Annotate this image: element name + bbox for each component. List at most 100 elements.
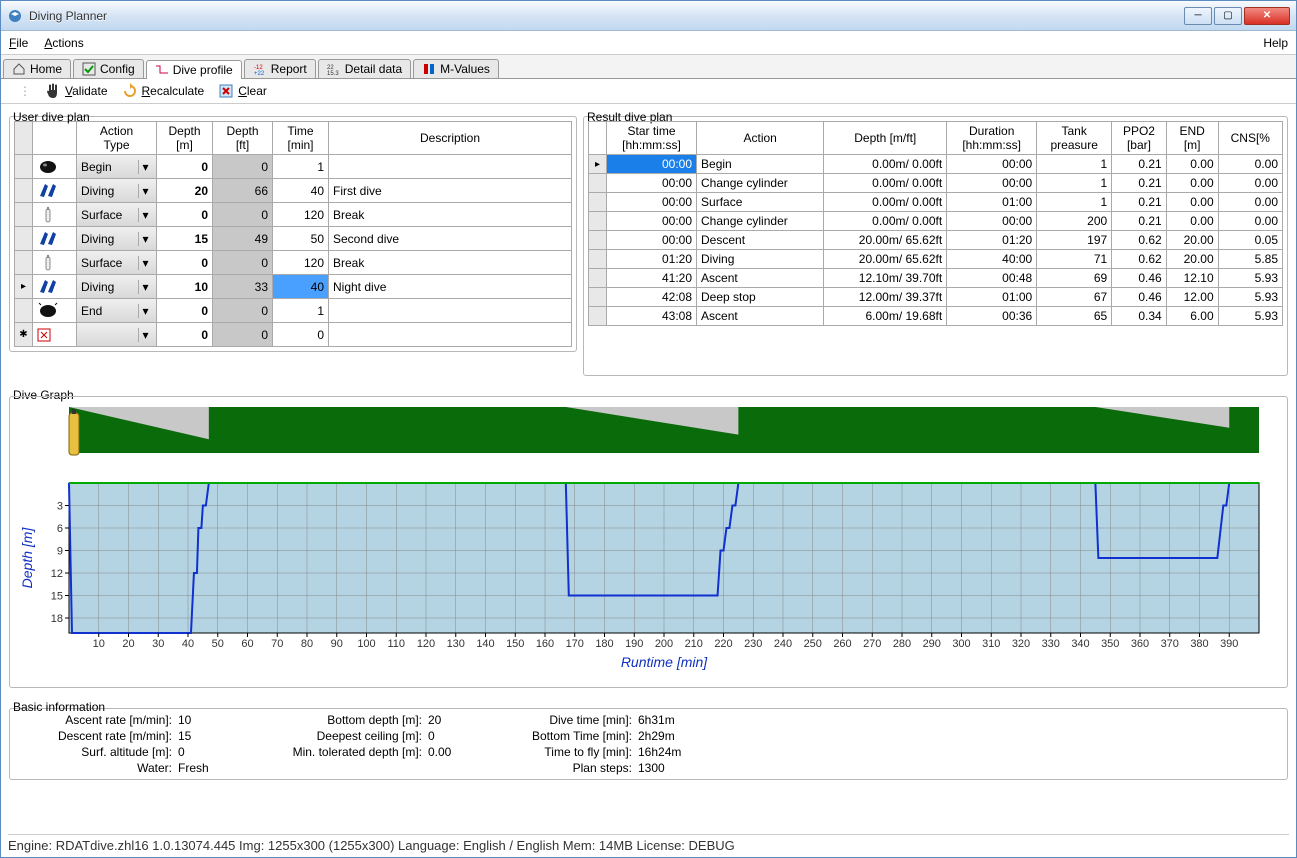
svg-text:260: 260 [833,638,851,650]
tab-m-values[interactable]: M-Values [413,59,499,78]
svg-text:110: 110 [387,638,405,650]
refresh-icon [122,83,138,99]
action-type-select[interactable]: Diving▾ [77,227,156,250]
table-row[interactable]: ▸Diving▾103340Night dive [15,275,572,299]
depth-m-cell[interactable]: 0 [157,155,213,179]
plan-steps-label: Plan steps: [478,761,638,775]
description-cell[interactable]: Break [329,203,572,227]
table-row[interactable]: ▸00:00Begin0.00m/ 0.00ft00:0010.210.000.… [589,155,1283,174]
depth-m-cell[interactable]: 0 [157,203,213,227]
depth-ft-cell[interactable]: 66 [213,179,273,203]
description-cell[interactable]: First dive [329,179,572,203]
table-row[interactable]: Begin▾001 [15,155,572,179]
table-row[interactable]: End▾001 [15,299,572,323]
svg-text:9: 9 [57,546,63,558]
description-cell[interactable] [329,155,572,179]
depth-m-cell[interactable]: 20 [157,179,213,203]
close-button[interactable]: ✕ [1244,7,1290,25]
clear-button[interactable]: Clear [218,83,267,99]
maximize-button[interactable]: ▢ [1214,7,1242,25]
time-cell[interactable]: 1 [273,299,329,323]
menu-help[interactable]: Help [1263,36,1288,50]
action-type-select[interactable]: Diving▾ [77,179,156,202]
altitude-label: Surf. altitude [m]: [18,745,178,759]
table-row[interactable]: 01:20Diving20.00m/ 65.62ft40:00710.6220.… [589,250,1283,269]
menu-actions[interactable]: Actions [44,36,83,50]
menu-file[interactable]: File [9,36,28,50]
time-cell[interactable]: 40 [273,275,329,299]
depth-m-cell[interactable]: 10 [157,275,213,299]
depth-m-cell[interactable]: 0 [157,323,213,347]
svg-text:+22: +22 [254,71,265,76]
table-row[interactable]: Surface▾00120Break [15,203,572,227]
depth-ft-cell[interactable]: 0 [213,299,273,323]
tab-home[interactable]: Home [3,59,71,78]
table-row[interactable]: 00:00Change cylinder0.00m/ 0.00ft00:0020… [589,212,1283,231]
action-type-select[interactable]: Diving▾ [77,275,156,298]
svg-text:240: 240 [774,638,792,650]
mintol-label: Min. tolerated depth [m]: [228,745,428,759]
svg-text:220: 220 [714,638,732,650]
ceiling-value: 0 [428,729,478,743]
depth-m-cell[interactable]: 0 [157,299,213,323]
recalculate-button[interactable]: Recalculate [122,83,205,99]
description-cell[interactable]: Break [329,251,572,275]
table-row[interactable]: 43:08Ascent6.00m/ 19.68ft00:36650.346.00… [589,307,1283,326]
svg-text:210: 210 [685,638,703,650]
col-action: Action [697,122,824,155]
table-row[interactable]: 00:00Change cylinder0.00m/ 0.00ft00:0010… [589,174,1283,193]
description-cell[interactable] [329,299,572,323]
depth-ft-cell[interactable]: 0 [213,203,273,227]
row-icon [33,155,77,179]
table-row[interactable]: 00:00Surface0.00m/ 0.00ft01:0010.210.000… [589,193,1283,212]
action-type-select[interactable]: Surface▾ [77,251,156,274]
action-type-select[interactable]: Begin▾ [77,155,156,178]
description-cell[interactable]: Second dive [329,227,572,251]
result-table-scroll[interactable]: Star time[hh:mm:ss] Action Depth [m/ft] … [588,121,1283,371]
row-icon [33,227,77,251]
table-row[interactable]: 00:00Descent20.00m/ 65.62ft01:201970.622… [589,231,1283,250]
action-type-select[interactable]: Surface▾ [77,203,156,226]
col-duration: Duration[hh:mm:ss] [947,122,1037,155]
depth-ft-cell[interactable]: 0 [213,155,273,179]
svg-text:100: 100 [357,638,375,650]
description-cell[interactable] [329,323,572,347]
depth-ft-cell[interactable]: 49 [213,227,273,251]
table-row[interactable]: Surface▾00120Break [15,251,572,275]
validate-button[interactable]: Validate [45,83,108,99]
row-icon [33,299,77,323]
depth-m-cell[interactable]: 0 [157,251,213,275]
time-cell[interactable]: 40 [273,179,329,203]
time-cell[interactable]: 120 [273,203,329,227]
tab-detail-data[interactable]: 2215.3Detail data [318,59,411,78]
table-row[interactable]: Diving▾154950Second dive [15,227,572,251]
user-dive-plan-group: User dive plan ActionType Depth[m] Depth… [9,104,577,376]
time-cell[interactable]: 50 [273,227,329,251]
tab-dive-profile[interactable]: Dive profile [146,60,242,79]
svg-text:120: 120 [417,638,435,650]
water-value: Fresh [178,761,228,775]
table-row[interactable]: 42:08Deep stop12.00m/ 39.37ft01:00670.46… [589,288,1283,307]
time-cell[interactable]: 0 [273,323,329,347]
table-row[interactable]: Diving▾206640First dive [15,179,572,203]
user-plan-table[interactable]: ActionType Depth[m] Depth[ft] Time[min] … [14,121,572,347]
depth-ft-cell[interactable]: 0 [213,251,273,275]
time-cell[interactable]: 120 [273,251,329,275]
description-cell[interactable]: Night dive [329,275,572,299]
row-icon [33,275,77,299]
time-cell[interactable]: 1 [273,155,329,179]
depth-m-cell[interactable]: 15 [157,227,213,251]
hand-icon [45,83,61,99]
table-row[interactable]: ✱▾000 [15,323,572,347]
action-type-select[interactable]: End▾ [77,299,156,322]
minimize-button[interactable]: ─ [1184,7,1212,25]
svg-text:170: 170 [566,638,584,650]
result-plan-table[interactable]: Star time[hh:mm:ss] Action Depth [m/ft] … [588,121,1283,326]
depth-ft-cell[interactable]: 33 [213,275,273,299]
depth-ft-cell[interactable]: 0 [213,323,273,347]
action-type-select[interactable]: ▾ [77,323,156,346]
tab-report[interactable]: -12+22Report [244,59,316,78]
tab-config[interactable]: Config [73,59,144,78]
table-row[interactable]: 41:20Ascent12.10m/ 39.70ft00:48690.4612.… [589,269,1283,288]
svg-text:250: 250 [804,638,822,650]
